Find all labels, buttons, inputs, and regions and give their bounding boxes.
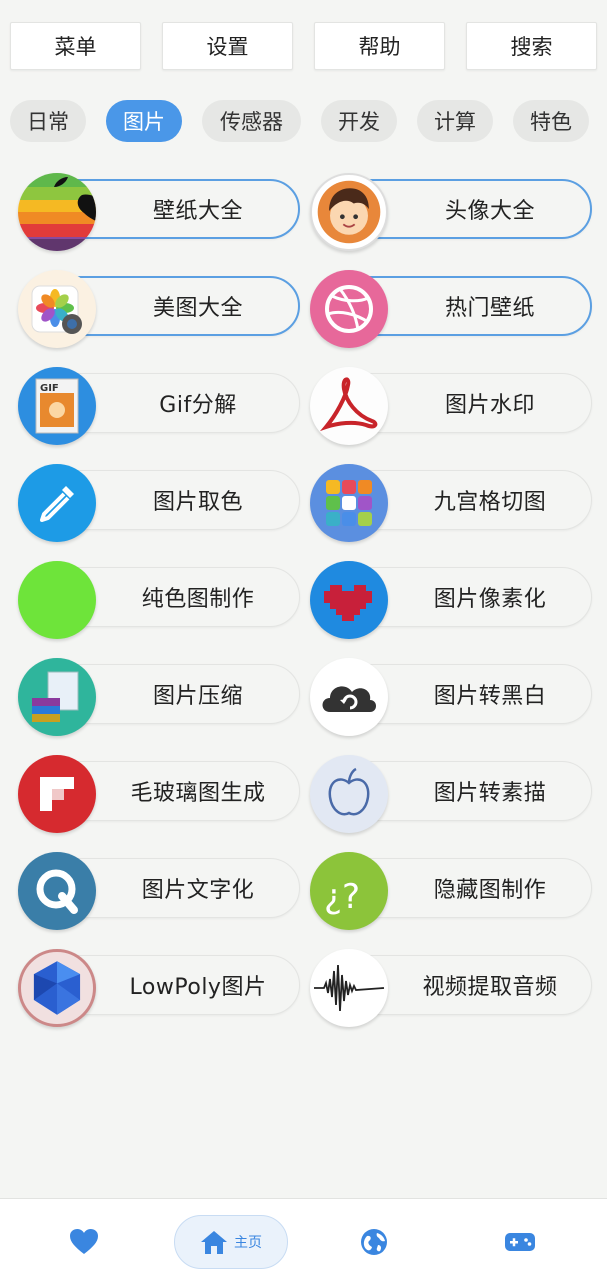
question-marks-icon: ¿? — [310, 852, 388, 930]
solid-color-icon — [18, 561, 96, 639]
tool-pixelate[interactable]: 图片像素化 — [310, 561, 592, 639]
globe-icon — [361, 1229, 387, 1255]
tool-beauty-pics[interactable]: 美图大全 — [18, 270, 300, 348]
svg-text:¿?: ¿? — [324, 877, 360, 917]
tab-featured[interactable]: 特色 — [513, 100, 589, 142]
tab-develop[interactable]: 开发 — [321, 100, 397, 142]
flipboard-icon — [18, 755, 96, 833]
category-tabs: 日常 图片 传感器 开发 计算 特色 — [10, 100, 600, 142]
tool-label: 图片水印 — [444, 393, 535, 418]
tab-daily[interactable]: 日常 — [10, 100, 86, 142]
gamepad-icon — [505, 1233, 535, 1251]
tool-hidden-image[interactable]: ¿? 隐藏图制作 — [310, 852, 592, 930]
tool-avatars[interactable]: 头像大全 — [310, 173, 592, 251]
tool-color-picker[interactable]: 图片取色 — [18, 464, 300, 542]
tool-label: Gif分解 — [159, 393, 237, 418]
nav-explore[interactable] — [350, 1215, 398, 1269]
tool-label: 图片取色 — [152, 490, 243, 515]
sound-wave-icon — [310, 949, 388, 1027]
tool-label: 毛玻璃图生成 — [130, 781, 266, 806]
help-button[interactable]: 帮助 — [314, 22, 445, 70]
tool-sketch[interactable]: 图片转素描 — [310, 755, 592, 833]
tool-label: 热门壁纸 — [444, 296, 535, 321]
heart-icon — [70, 1229, 98, 1254]
top-menu-bar: 菜单 设置 帮助 搜索 — [10, 22, 598, 70]
tool-hot-wallpapers[interactable]: 热门壁纸 — [310, 270, 592, 348]
tool-label: 视频提取音频 — [422, 975, 558, 1000]
tool-gif-split[interactable]: GIF Gif分解 — [18, 367, 300, 445]
tool-label: 图片像素化 — [433, 587, 547, 612]
tool-wallpapers[interactable]: 壁纸大全 — [18, 173, 300, 251]
sketch-apple-icon — [310, 755, 388, 833]
nine-grid-icon — [310, 464, 388, 542]
tool-label: 美图大全 — [152, 296, 243, 321]
nav-home[interactable]: 主页 — [174, 1215, 288, 1269]
gif-file-icon: GIF — [18, 367, 96, 445]
rainbow-apple-icon — [18, 173, 96, 251]
search-button[interactable]: 搜索 — [466, 22, 597, 70]
tool-watermark[interactable]: 图片水印 — [310, 367, 592, 445]
menu-button[interactable]: 菜单 — [10, 22, 141, 70]
compress-archive-icon — [18, 658, 96, 736]
tool-nine-grid[interactable]: 九宫格切图 — [310, 464, 592, 542]
tool-label: LowPoly图片 — [129, 975, 267, 1000]
tool-frosted-glass[interactable]: 毛玻璃图生成 — [18, 755, 300, 833]
eyedropper-icon — [18, 464, 96, 542]
tab-calculate[interactable]: 计算 — [417, 100, 493, 142]
tool-label: 图片转黑白 — [433, 684, 547, 709]
tool-label: 图片转素描 — [433, 781, 547, 806]
avatar-face-icon — [310, 173, 388, 251]
bottom-nav: 主页 — [0, 1198, 607, 1280]
app-page: 菜单 设置 帮助 搜索 日常 图片 传感器 开发 计算 特色 壁纸大全 头像大全… — [0, 0, 607, 1280]
home-icon — [201, 1231, 227, 1254]
tool-label: 九宫格切图 — [433, 490, 547, 515]
low-poly-gem-icon — [18, 949, 96, 1027]
tool-label: 纯色图制作 — [141, 587, 255, 612]
tab-sensors[interactable]: 传感器 — [202, 100, 301, 142]
tool-label: 图片文字化 — [141, 878, 255, 903]
tool-text-art[interactable]: 图片文字化 — [18, 852, 300, 930]
tool-label: 图片压缩 — [152, 684, 243, 709]
nav-home-label: 主页 — [234, 1235, 262, 1251]
tool-black-white[interactable]: 图片转黑白 — [310, 658, 592, 736]
tool-solid-color[interactable]: 纯色图制作 — [18, 561, 300, 639]
tool-compress[interactable]: 图片压缩 — [18, 658, 300, 736]
dribbble-ball-icon — [310, 270, 388, 348]
photos-flower-icon — [18, 270, 96, 348]
nav-favorites[interactable] — [60, 1215, 108, 1269]
tool-label: 头像大全 — [444, 199, 535, 224]
tool-video-audio[interactable]: 视频提取音频 — [310, 949, 592, 1027]
pixel-heart-icon — [310, 561, 388, 639]
svg-text:GIF: GIF — [40, 383, 59, 394]
tool-lowpoly[interactable]: LowPoly图片 — [18, 949, 300, 1027]
acrobat-icon — [310, 367, 388, 445]
settings-button[interactable]: 设置 — [162, 22, 293, 70]
q-letter-icon — [18, 852, 96, 930]
cloud-sync-icon — [310, 658, 388, 736]
tab-images[interactable]: 图片 — [106, 100, 182, 142]
tool-label: 壁纸大全 — [152, 199, 243, 224]
tool-label: 隐藏图制作 — [433, 878, 547, 903]
nav-games[interactable] — [496, 1215, 544, 1269]
